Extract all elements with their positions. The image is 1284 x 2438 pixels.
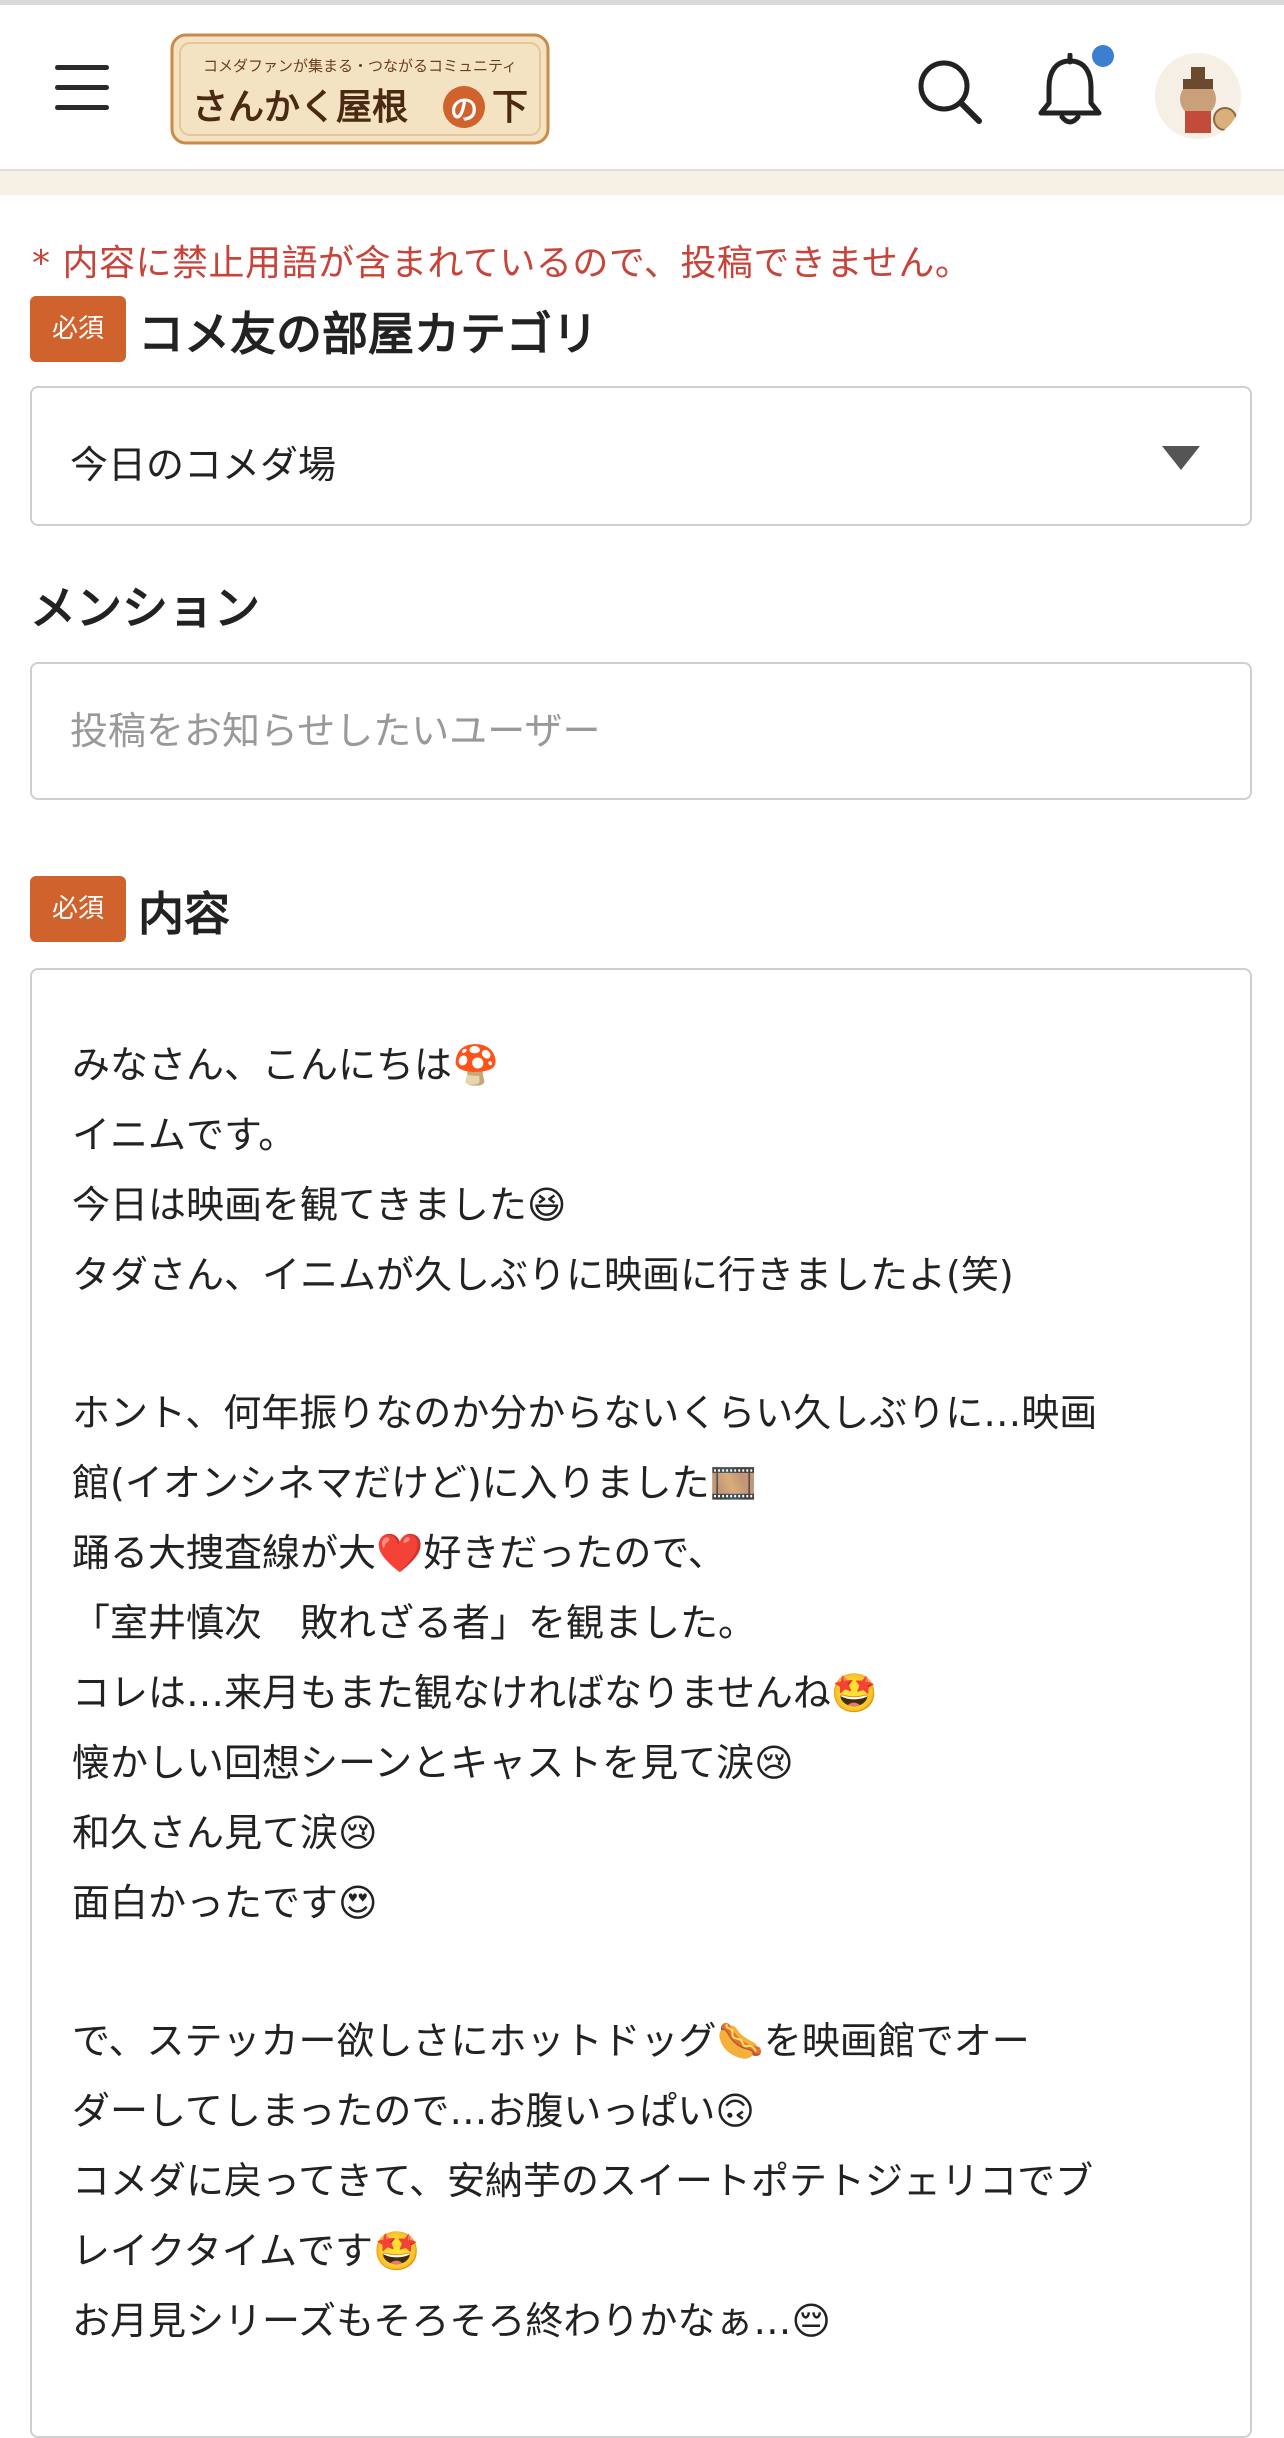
content-line: レイクタイムです🤩: [72, 2229, 421, 2273]
content-line: イニムです。: [72, 1113, 297, 1157]
menu-icon[interactable]: [55, 65, 111, 111]
content-line: 「室井慎次 敗れざる者」を観ました。: [72, 1601, 757, 1645]
content-line: 和久さん見て涙😢: [72, 1811, 378, 1855]
content-line: ホント、何年振りなのか分からないくらい久しぶりに…映画: [72, 1391, 1098, 1435]
required-badge: 必須: [30, 296, 126, 362]
avatar[interactable]: [1155, 53, 1241, 139]
content-line: 館(イオンシネマだけど)に入りました🎞️: [72, 1461, 757, 1505]
content-text: みなさん、こんにちは🍄 イニムです。 今日は映画を観てきました😆 タダさん、イニ…: [72, 1030, 1222, 2356]
app-header: コメダファンが集まる・つながるコミュニティ さんかく屋根 の 下: [0, 5, 1284, 171]
content-label: 内容: [138, 887, 230, 941]
content-line: コメダに戻ってきて、安納芋のスイートポテトジェリコでブ: [72, 2159, 1094, 2203]
chevron-down-icon: [1162, 446, 1200, 470]
logo-title-no: の: [450, 93, 478, 126]
error-message: * 内容に禁止用語が含まれているので、投稿できません。: [32, 243, 972, 284]
bell-icon[interactable]: [1035, 52, 1105, 129]
content-line: タダさん、イニムが久しぶりに映画に行きましたよ(笑): [72, 1253, 1014, 1297]
content-line: コレは…来月もまた観なければなりませんね🤩: [72, 1671, 879, 1715]
category-select[interactable]: 今日のコメダ場: [30, 386, 1252, 526]
content-line: 面白かったです😍: [72, 1881, 378, 1925]
content-line: [72, 1938, 1222, 2006]
mention-label: メンション: [30, 581, 260, 635]
header-accent-strip: [0, 171, 1284, 195]
content-line: 踊る大捜査線が大❤️好きだったので、: [72, 1531, 726, 1575]
category-select-value: 今日のコメダ場: [70, 443, 337, 487]
site-logo[interactable]: コメダファンが集まる・つながるコミュニティ さんかく屋根 の 下: [170, 33, 550, 145]
content-line: 今日は映画を観てきました😆: [72, 1183, 567, 1227]
content-line: 懐かしい回想シーンとキャストを見て涙😢: [72, 1741, 794, 1785]
mention-input[interactable]: [30, 662, 1252, 800]
search-icon[interactable]: [915, 57, 985, 127]
logo-title-end: 下: [492, 87, 528, 128]
content-line: [72, 1310, 1222, 1378]
content-line: ダーしてしまったので…お腹いっぱい🙃: [72, 2089, 755, 2133]
logo-tagline: コメダファンが集まる・つながるコミュニティ: [203, 57, 517, 75]
content-line: お月見シリーズもそろそろ終わりかなぁ…😔: [72, 2299, 831, 2343]
content-line: で、ステッカー欲しさにホットドッグ🌭を映画館でオー: [72, 2019, 1030, 2063]
category-label: コメ友の部屋カテゴリ: [138, 307, 598, 361]
required-badge: 必須: [30, 876, 126, 942]
content-line: みなさん、こんにちは🍄: [72, 1043, 500, 1087]
content-textarea[interactable]: みなさん、こんにちは🍄 イニムです。 今日は映画を観てきました😆 タダさん、イニ…: [30, 968, 1252, 2438]
logo-title: さんかく屋根: [192, 87, 408, 128]
notification-dot: [1092, 45, 1114, 67]
